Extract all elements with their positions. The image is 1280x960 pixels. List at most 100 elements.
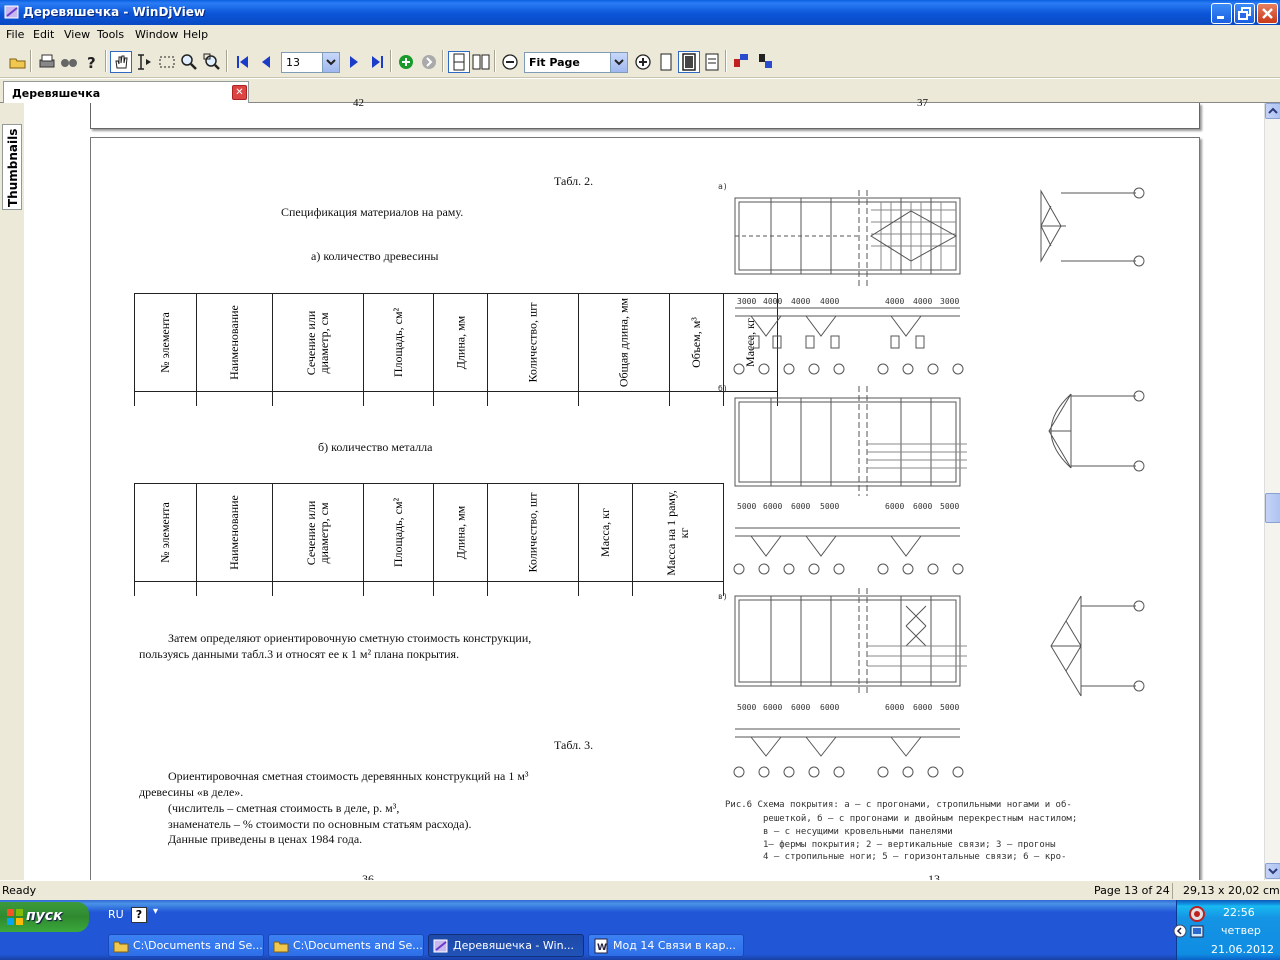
- find-icon[interactable]: [58, 51, 80, 73]
- wood-title: а) количество древесины: [311, 249, 439, 263]
- vertical-scrollbar[interactable]: [1264, 103, 1280, 880]
- clock-day: четвер: [1221, 924, 1261, 937]
- zoom-icon[interactable]: [178, 51, 200, 73]
- para2-line4: знаменатель – % стоимости по основным ст…: [168, 817, 472, 831]
- svg-text:W: W: [597, 943, 607, 953]
- taskbar-item[interactable]: C:\Documents and Se...: [108, 934, 264, 957]
- fit-width-icon[interactable]: [701, 51, 723, 73]
- menu-file[interactable]: File: [6, 28, 24, 41]
- para2-line1: Ориентировочная сметная стоимость деревя…: [168, 769, 529, 783]
- status-text: Ready: [2, 884, 37, 897]
- fig-caption-line: решеткой, б – с прогонами и двойным пере…: [763, 814, 1078, 824]
- menu-edit[interactable]: Edit: [33, 28, 54, 41]
- antivirus-icon[interactable]: [1189, 906, 1205, 922]
- fig-label-c: в): [718, 592, 728, 601]
- taskbar-item[interactable]: Деревяшечка - Win...: [428, 934, 584, 957]
- network-icon[interactable]: [1189, 924, 1205, 940]
- prev-page-icon[interactable]: [255, 51, 277, 73]
- word-doc-icon: W: [594, 938, 608, 954]
- toolbar-separator: [725, 50, 727, 72]
- zoom-select[interactable]: Fit Page: [524, 52, 628, 73]
- previous-page: 42 37: [90, 97, 1200, 129]
- hand-tool-icon[interactable]: [110, 51, 132, 73]
- zoom-out-icon[interactable]: [499, 51, 521, 73]
- zoom-value: Fit Page: [529, 56, 580, 69]
- restore-button[interactable]: [1234, 3, 1255, 24]
- metal-title: б) количество металла: [318, 440, 433, 454]
- select-text-icon[interactable]: [133, 51, 155, 73]
- close-tab-icon[interactable]: ✕: [232, 85, 247, 100]
- tab-document[interactable]: Деревяшечка ✕: [3, 81, 249, 103]
- chevron-down-icon[interactable]: [610, 53, 627, 72]
- table-header-cell: Наименование: [195, 483, 273, 582]
- table-header-cell: Длина, мм: [432, 293, 489, 392]
- rotate-left-icon[interactable]: [731, 51, 753, 73]
- clock-date: 21.06.2012: [1211, 943, 1274, 956]
- toolbar-separator: [442, 50, 444, 72]
- minimize-button[interactable]: [1211, 3, 1232, 24]
- print-icon[interactable]: [36, 51, 58, 73]
- single-page-icon[interactable]: [448, 51, 470, 73]
- menu-window[interactable]: Window: [135, 28, 178, 41]
- menu-bar: File Edit View Tools Window Help: [0, 25, 1280, 44]
- taskbar-item[interactable]: C:\Documents and Se...: [268, 934, 424, 957]
- open-icon[interactable]: [7, 51, 29, 73]
- prev-page-number-right: 37: [917, 97, 928, 109]
- fit-page-icon[interactable]: [678, 51, 700, 73]
- fig-label-a: а): [718, 182, 728, 191]
- menu-tools[interactable]: Tools: [97, 28, 124, 41]
- scroll-up-icon[interactable]: [1265, 103, 1280, 119]
- toolbar-separator: [390, 50, 392, 72]
- table-header-cell: Площадь, см²: [362, 293, 434, 392]
- tray-expand-icon[interactable]: [1173, 924, 1187, 938]
- language-indicator[interactable]: RU: [108, 908, 124, 921]
- toolbar-separator: [30, 50, 32, 72]
- wood-table: № элемента Наименование Сечение или диам…: [134, 293, 779, 406]
- table3-title: Табл. 3.: [554, 738, 594, 752]
- select-rect-icon[interactable]: [156, 51, 178, 73]
- close-window-button[interactable]: [1257, 3, 1278, 24]
- fig-caption-line: Рис.6 Схема покрытия: а – с прогонами, с…: [725, 800, 1072, 810]
- start-button[interactable]: пуск: [0, 902, 89, 932]
- zoom-in-icon[interactable]: [632, 51, 654, 73]
- last-page-icon[interactable]: [366, 51, 388, 73]
- page-number-select[interactable]: 13: [281, 52, 340, 73]
- scroll-thumb[interactable]: [1265, 493, 1280, 523]
- spec-title: Спецификация материалов на раму.: [281, 205, 464, 219]
- system-tray: 22:56 четвер 21.06.2012: [1173, 900, 1280, 960]
- tab-strip: Деревяшечка ✕: [0, 79, 1280, 103]
- window-title: Деревяшечка - WinDjView: [23, 5, 205, 19]
- rotate-right-icon[interactable]: [754, 51, 776, 73]
- scroll-down-icon[interactable]: [1265, 863, 1280, 879]
- thumbnails-tab[interactable]: Thumbnails: [2, 124, 22, 210]
- table-header-cell: № элемента: [134, 293, 197, 392]
- facing-pages-icon[interactable]: [470, 51, 492, 73]
- actual-size-icon[interactable]: [655, 51, 677, 73]
- fig-caption-line: 4 – стропильные ноги; 5 – горизонтальные…: [763, 852, 1067, 862]
- menu-help[interactable]: Help: [183, 28, 208, 41]
- zoom-rect-icon[interactable]: [201, 51, 223, 73]
- chevron-down-icon[interactable]: ▾: [153, 906, 158, 917]
- table-header-cell: № элемента: [134, 483, 197, 582]
- menu-view[interactable]: View: [64, 28, 90, 41]
- para2-line2: древесины «в деле».: [139, 785, 244, 799]
- table2-title: Табл. 2.: [554, 174, 594, 188]
- next-page-icon[interactable]: [343, 51, 365, 73]
- table-header-cell: Количество, шт: [487, 293, 580, 392]
- forward-icon[interactable]: [418, 51, 440, 73]
- help-icon[interactable]: ?: [81, 51, 103, 73]
- metal-table: № элемента Наименование Сечение или диам…: [134, 483, 725, 596]
- taskbar-item[interactable]: W Мод 14 Связи в кар...: [588, 934, 744, 957]
- clock-time[interactable]: 22:56: [1223, 906, 1255, 919]
- help-tray-icon[interactable]: ?: [131, 907, 147, 923]
- first-page-icon[interactable]: [232, 51, 254, 73]
- toolbar: ? 13 Fit Page: [0, 44, 1280, 78]
- back-icon[interactable]: [395, 51, 417, 73]
- table-header-cell: Масса, кг: [578, 483, 634, 582]
- table-header-cell: Количество, шт: [487, 483, 580, 582]
- toolbar-separator: [105, 50, 107, 72]
- chevron-down-icon[interactable]: [322, 53, 339, 72]
- title-bar[interactable]: Деревяшечка - WinDjView: [0, 0, 1280, 25]
- para2-line3: (числитель – сметная стоимость в деле, р…: [168, 801, 400, 815]
- folder-icon: [113, 941, 129, 953]
